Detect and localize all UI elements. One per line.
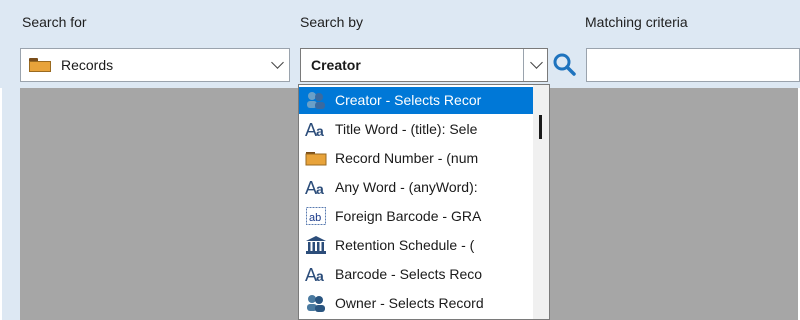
folder-icon bbox=[305, 148, 327, 168]
dropdown-item[interactable]: Record Number - (num bbox=[299, 145, 533, 172]
svg-text:a: a bbox=[316, 123, 324, 139]
search-for-label: Search for bbox=[22, 14, 87, 30]
dropdown-item-label: Title Word - (title): Sele bbox=[335, 121, 478, 137]
dropdown-item[interactable]: ab Foreign Barcode - GRA bbox=[299, 203, 533, 230]
user-group-icon bbox=[305, 90, 327, 110]
building-columns-icon bbox=[305, 235, 327, 255]
dropdown-item-label: Owner - Selects Record bbox=[335, 295, 484, 311]
dropdown-item[interactable]: Creator - Selects Recor bbox=[299, 87, 533, 114]
svg-text:a: a bbox=[316, 181, 324, 197]
dropdown-item[interactable]: Retention Schedule - ( bbox=[299, 232, 533, 259]
text-aa-icon: A a bbox=[305, 119, 327, 140]
svg-text:ab: ab bbox=[309, 212, 321, 224]
search-button[interactable] bbox=[548, 48, 582, 82]
dropdown-item-label: Foreign Barcode - GRA bbox=[335, 208, 482, 224]
chevron-down-icon[interactable] bbox=[271, 56, 284, 69]
dropdown-item[interactable]: A a Any Word - (anyWord): bbox=[299, 174, 533, 201]
dropdown-item-label: Barcode - Selects Reco bbox=[335, 266, 483, 282]
text-aa-icon: A a bbox=[305, 264, 327, 285]
matching-criteria-label: Matching criteria bbox=[585, 14, 688, 30]
chevron-down-icon[interactable] bbox=[530, 56, 543, 69]
search-icon bbox=[553, 53, 576, 76]
search-by-dropdown: Creator - Selects Recor A a Title Word -… bbox=[298, 84, 550, 320]
text-aa-icon: A a bbox=[305, 177, 327, 198]
dropdown-item[interactable]: A a Barcode - Selects Reco bbox=[299, 261, 533, 288]
dropdown-item[interactable]: A a Title Word - (title): Sele bbox=[299, 116, 533, 143]
dropdown-scrollbar[interactable] bbox=[533, 85, 549, 319]
dropdown-item-label: Retention Schedule - ( bbox=[335, 237, 475, 253]
search-by-select[interactable]: Creator bbox=[300, 48, 548, 82]
search-by-label: Search by bbox=[300, 14, 364, 30]
matching-criteria-input[interactable] bbox=[586, 48, 800, 82]
search-for-value: Records bbox=[61, 57, 114, 73]
svg-text:a: a bbox=[316, 268, 324, 284]
folder-icon bbox=[29, 58, 51, 72]
dropdown-item-label: Creator - Selects Recor bbox=[335, 92, 482, 108]
dropdown-item-label: Record Number - (num bbox=[335, 150, 479, 166]
user-group-icon bbox=[305, 293, 327, 313]
column-header-row: Search for Search by Matching criteria bbox=[0, 0, 800, 40]
barcode-ab-icon: ab bbox=[305, 206, 327, 226]
dropdown-item[interactable]: Owner - Selects Record bbox=[299, 290, 533, 317]
search-for-select[interactable]: Records bbox=[20, 48, 290, 82]
combo-divider bbox=[523, 49, 524, 81]
results-left-strip bbox=[2, 88, 20, 320]
dropdown-item-label: Any Word - (anyWord): bbox=[335, 179, 478, 195]
scroll-thumb[interactable] bbox=[539, 115, 542, 139]
search-by-value: Creator bbox=[311, 57, 361, 73]
